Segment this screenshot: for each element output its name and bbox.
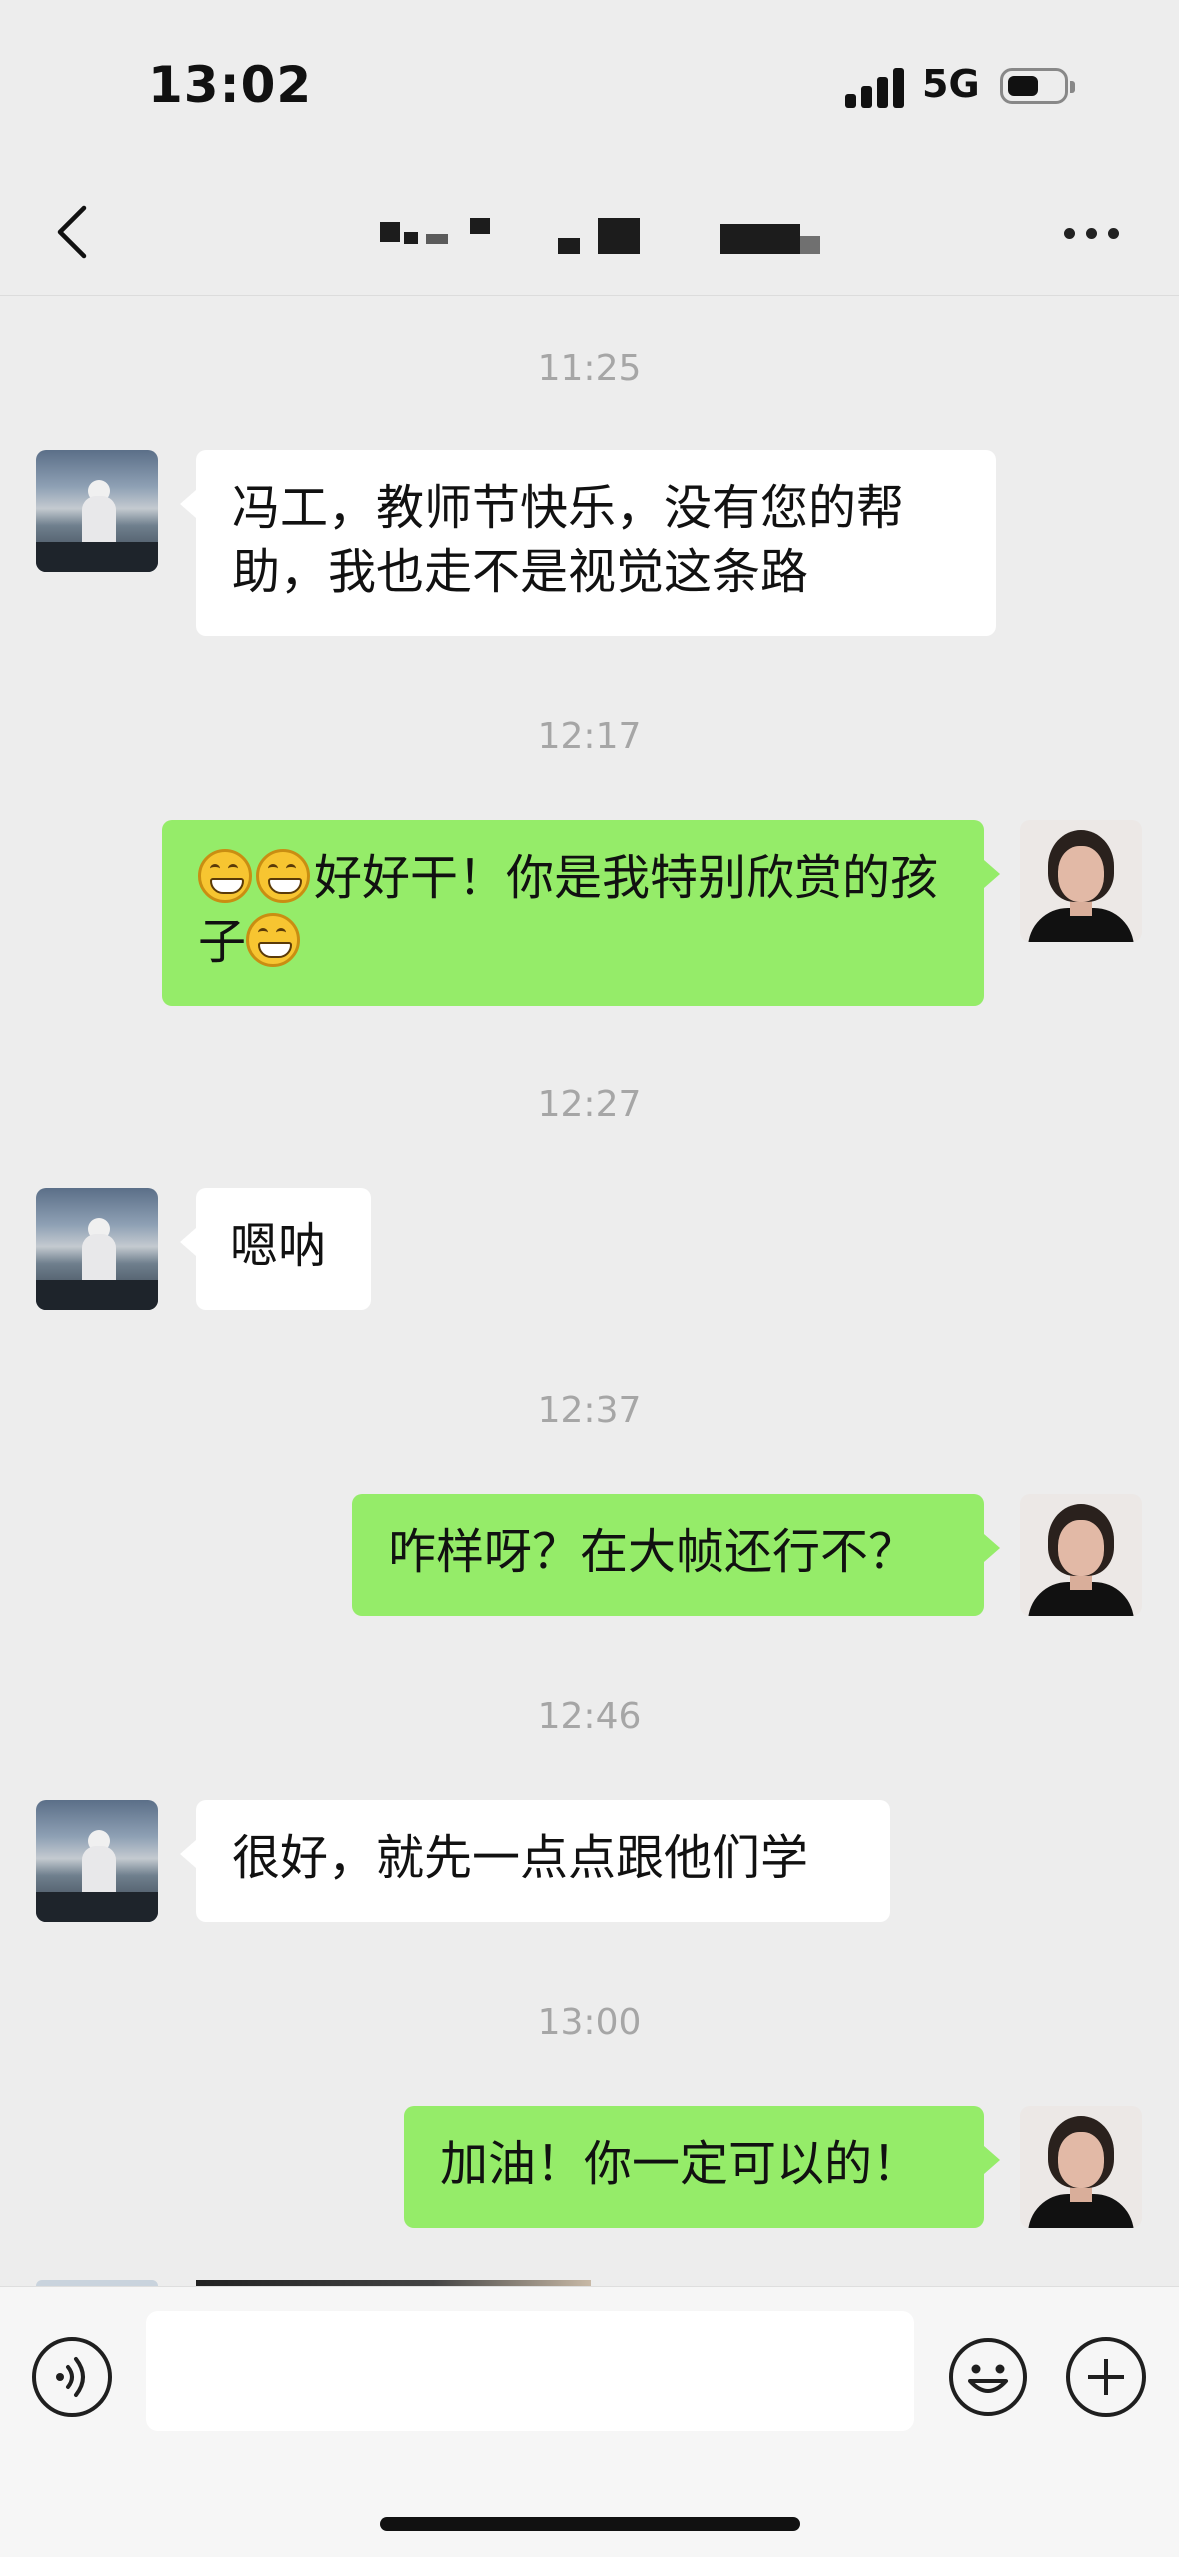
plus-button[interactable]	[1066, 2337, 1146, 2417]
battery-icon	[1000, 68, 1075, 104]
contact-avatar[interactable]	[36, 1800, 158, 1922]
grin-emoji-icon	[198, 849, 252, 903]
incoming-message-bubble[interactable]: 嗯呐	[180, 1188, 371, 1310]
contact-avatar[interactable]	[36, 1188, 158, 1310]
message-input[interactable]	[146, 2311, 914, 2431]
chat-title-redacted	[370, 214, 830, 254]
chevron-left-icon	[57, 205, 87, 259]
incoming-message-bubble[interactable]: 冯工，教师节快乐，没有您的帮助，我也走不是视觉这条路	[180, 450, 996, 636]
emoji-button[interactable]	[948, 2337, 1028, 2417]
more-button[interactable]	[1064, 220, 1124, 244]
user-avatar[interactable]	[1020, 1494, 1142, 1616]
network-type: 5G	[922, 62, 980, 106]
signal-icon	[845, 66, 905, 108]
outgoing-message-bubble[interactable]: 加油！你一定可以的！	[404, 2106, 1000, 2228]
status-bar: 13:02 5G	[0, 0, 1179, 170]
chat-header	[0, 170, 1179, 296]
incoming-message-bubble[interactable]: 很好，就先一点点跟他们学	[180, 1800, 890, 1922]
contact-avatar[interactable]	[36, 450, 158, 572]
voice-button[interactable]	[32, 2337, 112, 2417]
user-avatar[interactable]	[1020, 820, 1142, 942]
message-timestamp: 11:25	[537, 348, 642, 389]
message-timestamp: 13:00	[537, 2002, 642, 2043]
back-button[interactable]	[46, 202, 102, 262]
grin-emoji-icon	[256, 849, 310, 903]
message-timestamp: 12:17	[537, 716, 642, 757]
home-indicator	[380, 2517, 800, 2531]
status-time: 13:02	[148, 56, 313, 114]
message-timestamp: 12:37	[537, 1390, 642, 1431]
user-avatar[interactable]	[1020, 2106, 1142, 2228]
outgoing-message-bubble[interactable]: 好好干！你是我特别欣赏的孩子	[162, 820, 1000, 1006]
ellipsis-icon	[1064, 228, 1075, 239]
input-bar	[0, 2286, 1179, 2557]
voice-icon	[56, 2357, 85, 2397]
smiley-icon	[949, 2338, 1027, 2416]
message-timestamp: 12:46	[537, 1696, 642, 1737]
message-timestamp: 12:27	[537, 1084, 642, 1125]
outgoing-message-bubble[interactable]: 咋样呀？在大帧还行不？	[352, 1494, 1000, 1616]
grin-emoji-icon	[246, 913, 301, 967]
